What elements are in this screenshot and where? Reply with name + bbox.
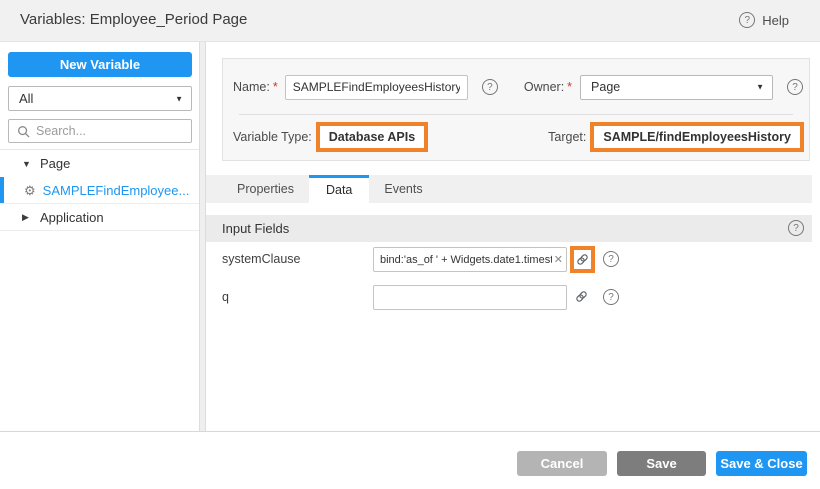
tab-properties[interactable]: Properties [222, 175, 309, 203]
help-label: Help [762, 13, 789, 28]
clear-icon[interactable]: ✕ [552, 253, 563, 266]
systemclause-help-icon[interactable]: ? [603, 251, 619, 267]
q-help-icon[interactable]: ? [603, 289, 619, 305]
new-variable-button[interactable]: New Variable [8, 52, 192, 77]
type-target-row: Variable Type: Database APIs Target: SAM… [233, 119, 803, 155]
variables-sidebar: New Variable All ▼ ▼ Page ⚙ SAMPLEFindEm… [0, 42, 199, 431]
variable-search[interactable] [8, 119, 192, 143]
save-and-close-button[interactable]: Save & Close [716, 451, 807, 476]
name-owner-row: Name:* ? Owner:* Page ▼ ? [233, 74, 803, 100]
tab-events[interactable]: Events [369, 175, 437, 203]
caret-down-icon: ▼ [756, 83, 764, 92]
tab-data[interactable]: Data [309, 175, 369, 203]
q-input[interactable] [380, 292, 563, 304]
owner-select[interactable]: Page ▼ [580, 75, 773, 100]
action-footer: Cancel Save Save & Close [0, 431, 820, 489]
selection-indicator [0, 177, 4, 203]
tree-group-page-label: Page [40, 156, 70, 171]
sidebar-divider [199, 42, 206, 431]
systemclause-input[interactable] [380, 254, 552, 266]
target-label: Target: [548, 130, 586, 144]
save-button[interactable]: Save [617, 451, 706, 476]
help-icon: ? [739, 12, 755, 28]
q-label: q [222, 284, 229, 311]
tree-group-application-label: Application [40, 210, 104, 225]
systemclause-bind-button-highlighted[interactable] [570, 246, 595, 273]
caret-down-icon[interactable]: ▼ [22, 159, 31, 169]
owner-label: Owner:* [524, 80, 572, 94]
help-link[interactable]: ? Help [739, 12, 789, 28]
required-marker: * [567, 80, 572, 94]
input-field-row-systemclause: systemClause ✕ ? [206, 246, 812, 273]
tree-item-variable[interactable]: ⚙ SAMPLEFindEmployee... [0, 177, 199, 204]
input-fields-help-icon[interactable]: ? [788, 220, 804, 236]
tree-item-variable-label: SAMPLEFindEmployee... [43, 183, 190, 198]
link-icon [575, 290, 588, 303]
input-field-row-q: q ? [206, 284, 812, 311]
owner-value: Page [591, 80, 620, 94]
title-bar: Variables: Employee_Period Page ? Help [0, 0, 820, 42]
detail-tabbar: Properties Data Events [206, 175, 812, 203]
name-help-icon[interactable]: ? [482, 79, 498, 95]
caret-down-icon: ▼ [175, 94, 183, 103]
caret-right-icon[interactable]: ▶ [22, 212, 31, 223]
variable-type-label: Variable Type: [233, 130, 312, 144]
name-label: Name:* [233, 80, 278, 94]
search-input[interactable] [36, 124, 185, 138]
variable-filter-value: All [19, 91, 33, 106]
cancel-button[interactable]: Cancel [517, 451, 607, 476]
variable-type-value-highlighted: Database APIs [316, 122, 428, 152]
required-marker: * [273, 80, 278, 94]
link-icon [576, 253, 589, 266]
owner-help-icon[interactable]: ? [787, 79, 803, 95]
systemclause-field[interactable]: ✕ [373, 247, 567, 272]
gear-icon: ⚙ [24, 184, 36, 197]
variable-filter-select[interactable]: All ▼ [8, 86, 192, 111]
variable-summary-panel: Name:* ? Owner:* Page ▼ ? Variable Type:… [222, 58, 810, 161]
search-icon [17, 125, 30, 138]
tree-group-page[interactable]: ▼ Page [0, 150, 199, 177]
input-fields-title: Input Fields [222, 215, 289, 242]
tree-group-application[interactable]: ▶ Application [0, 204, 199, 231]
systemclause-label: systemClause [222, 246, 301, 273]
variable-detail-panel: Name:* ? Owner:* Page ▼ ? Variable Type:… [206, 42, 820, 431]
name-input[interactable] [285, 75, 468, 100]
variables-tree: ▼ Page ⚙ SAMPLEFindEmployee... ▶ Applica… [0, 149, 199, 231]
q-bind-button[interactable] [575, 290, 588, 303]
page-title: Variables: Employee_Period Page [20, 11, 247, 28]
target-value-highlighted: SAMPLE/findEmployeesHistory [590, 122, 804, 152]
panel-divider [239, 114, 793, 115]
input-fields-header: Input Fields ? [206, 215, 812, 242]
q-field[interactable] [373, 285, 567, 310]
